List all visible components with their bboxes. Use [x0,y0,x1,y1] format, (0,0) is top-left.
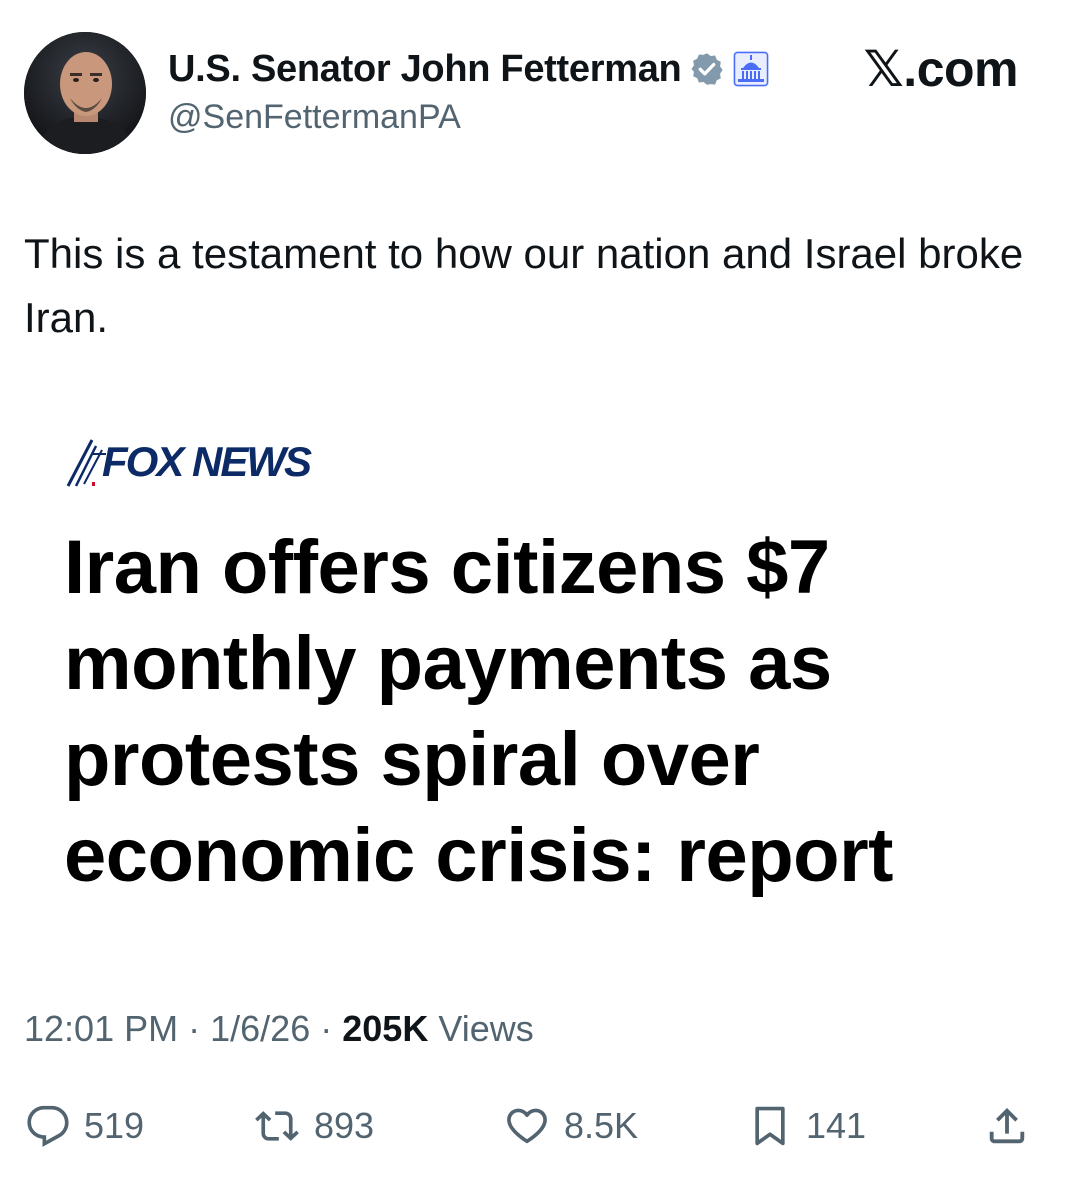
views-count: 205K [342,1008,429,1049]
share-icon [984,1103,1030,1149]
user-handle[interactable]: @SenFettermanPA [168,98,461,137]
reply-icon [26,1104,70,1148]
like-count: 8.5K [564,1105,639,1146]
tweet-meta: 12:01 PM · 1/6/26 · 205K Views [24,1008,534,1050]
repost-count: 893 [314,1105,375,1146]
bookmark-icon [748,1103,792,1149]
site-brand: 𝕏.com [863,41,1019,97]
action-bar: 519 893 8.5K 141 [0,1096,1068,1156]
meta-separator: · [320,1008,333,1049]
reply-count: 519 [84,1105,145,1146]
fox-news-logo: FOX NEWS [62,436,312,488]
share-button[interactable] [984,1096,1030,1156]
bookmark-count: 141 [806,1105,867,1146]
retweet-icon [254,1104,300,1148]
avatar[interactable] [24,32,146,154]
us-capitol-icon [733,51,770,87]
display-name[interactable]: U.S. Senator John Fetterman [168,48,682,91]
article-headline: Iran offers citizens $7 monthly payments… [64,525,894,898]
fox-news-wordmark: FOX NEWS [102,438,312,485]
reply-button[interactable]: 519 [26,1096,144,1156]
heart-icon [504,1104,550,1148]
like-button[interactable]: 8.5K [504,1096,638,1156]
views-label: Views [438,1008,534,1049]
verified-badge-icon [689,51,725,87]
bookmark-button[interactable]: 141 [748,1096,866,1156]
meta-separator: · [188,1008,201,1049]
tweet-text: This is a testament to how our nation an… [24,230,1024,341]
tweet-time[interactable]: 12:01 PM [24,1008,178,1049]
author-name-row[interactable]: U.S. Senator John Fetterman [168,44,770,94]
tweet-date[interactable]: 1/6/26 [210,1008,310,1049]
repost-button[interactable]: 893 [254,1096,374,1156]
